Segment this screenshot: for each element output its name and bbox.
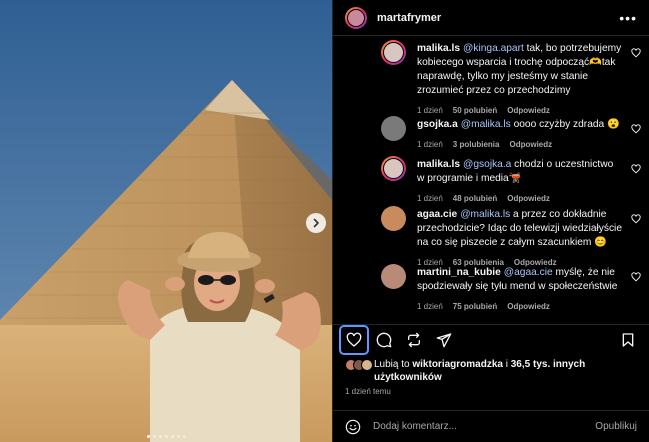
commenter-avatar[interactable] [381,206,406,231]
carousel-next-button[interactable] [306,213,326,233]
bookmark-icon [622,332,634,347]
commenter-avatar[interactable] [381,116,406,141]
comment-body: gsojka.a @malika.ls oooo czyżby zdrada 😮 1… [417,118,637,156]
author-username[interactable]: martafrymer [377,12,619,24]
comment-mention[interactable]: @gsojka.a [463,159,511,170]
likes-conjunction: i [502,359,511,370]
post-timestamp[interactable]: 1 dzień temu [333,384,649,396]
reply-button[interactable]: Odpowiedz [507,192,550,206]
comment-username[interactable]: martini_na_kubie [417,267,501,278]
comment-item: gsojka.a @malika.ls oooo czyżby zdrada 😮 1… [333,116,649,156]
reply-button[interactable]: Odpowiedz [509,138,552,152]
add-comment-bar: Opublikuj [333,410,649,442]
send-icon [436,332,452,347]
comment-time[interactable]: 1 dzień [417,192,443,206]
comment-username[interactable]: malika.ls [417,43,460,54]
comment-body: agaa.cie @malika.ls a przez co dokładnie … [417,208,637,267]
comment-like-heart-icon[interactable] [631,164,641,174]
post-details-panel: martafrymer ••• malika.ls @kinga.apart ta… [332,0,649,442]
share-button[interactable] [431,327,457,353]
repost-icon [408,332,420,347]
carousel-dots [0,435,332,438]
avatar [361,359,373,371]
comment-body: malika.ls @kinga.apart tak, bo potrzebuje… [417,42,637,116]
comment-item: malika.ls @gsojka.a chodzi o uczestnictwo… [333,156,649,206]
comment-text: agaa.cie @malika.ls a przez co dokładnie … [417,208,623,250]
comment-username[interactable]: gsojka.a [417,119,458,130]
more-options-icon[interactable]: ••• [619,10,637,26]
carousel-dot [146,435,150,438]
comment-icon [376,332,392,347]
commenter-avatar[interactable] [381,156,406,181]
comment-meta: 1 dzień 75 polubień Odpowiedz [417,300,623,314]
carousel-dot [164,435,168,438]
comment-content: oooo czyżby zdrada 😮 [510,119,620,130]
post-modal: martafrymer ••• malika.ls @kinga.apart ta… [0,0,649,442]
likes-text: Lubią to wiktoriagromadzka i 36,5 tys. i… [374,358,637,384]
liker-avatars[interactable] [345,359,373,384]
comment-body: malika.ls @gsojka.a chodzi o uczestnictwo… [417,158,637,206]
commenter-avatar[interactable] [381,40,406,65]
comment-mention[interactable]: @agaa.cie [504,267,553,278]
repost-button[interactable] [401,327,427,353]
liker-username[interactable]: wiktoriagromadzka [412,359,503,370]
post-photo [0,0,332,442]
comment-username[interactable]: agaa.cie [417,209,457,220]
commenter-avatar[interactable] [381,264,406,289]
comment-like-heart-icon[interactable] [631,48,641,58]
carousel-dot [152,435,156,438]
comment-input[interactable] [373,421,596,432]
comment-item: malika.ls @kinga.apart tak, bo potrzebuje… [333,40,649,116]
likes-prefix: Lubią to [374,359,413,370]
comment-text: martini_na_kubie @agaa.cie myślę, że nie … [417,266,623,294]
emoji-icon[interactable] [345,419,361,435]
reply-button[interactable]: Odpowiedz [507,300,550,314]
comment-likes[interactable]: 48 polubień [453,192,497,206]
comment-mention[interactable]: @malika.ls [460,209,510,220]
comment-meta: 1 dzień 48 polubień Odpowiedz [417,192,623,206]
comment-item: martini_na_kubie @agaa.cie myślę, że nie … [333,264,649,324]
comment-meta: 1 dzień 3 polubienia Odpowiedz [417,138,623,152]
comment-mention[interactable]: @kinga.apart [463,43,524,54]
author-avatar[interactable] [345,6,367,29]
comment-likes[interactable]: 75 polubień [453,300,497,314]
chevron-right-icon [313,218,319,228]
publish-button[interactable]: Opublikuj [595,421,637,432]
comment-mention[interactable]: @malika.ls [461,119,511,130]
heart-icon [346,332,362,347]
comment-like-heart-icon[interactable] [631,272,641,282]
carousel-dot [170,435,174,438]
carousel-dot [158,435,162,438]
save-button[interactable] [615,327,641,353]
comment-item: agaa.cie @malika.ls a przez co dokładnie … [333,206,649,267]
pyramid-photo [0,0,332,442]
carousel-dot [182,435,186,438]
comment-text: gsojka.a @malika.ls oooo czyżby zdrada 😮 [417,118,623,132]
comments-list: malika.ls @kinga.apart tak, bo potrzebuje… [333,36,649,324]
comment-body: martini_na_kubie @agaa.cie myślę, że nie … [417,266,637,324]
post-header: martafrymer ••• [333,0,649,36]
comment-likes[interactable]: 3 polubienia [453,138,500,152]
action-bar [333,324,649,355]
comment-like-heart-icon[interactable] [631,124,641,134]
likes-summary: Lubią to wiktoriagromadzka i 36,5 tys. i… [333,354,649,384]
comment-like-heart-icon[interactable] [631,214,641,224]
comment-text: malika.ls @gsojka.a chodzi o uczestnictwo… [417,158,623,186]
carousel-dot [176,435,180,438]
comment-time[interactable]: 1 dzień [417,300,443,314]
comment-text: malika.ls @kinga.apart tak, bo potrzebuje… [417,42,623,98]
comment-username[interactable]: malika.ls [417,159,460,170]
like-button[interactable] [339,324,369,355]
comment-time[interactable]: 1 dzień [417,138,443,152]
comment-button[interactable] [371,327,397,353]
